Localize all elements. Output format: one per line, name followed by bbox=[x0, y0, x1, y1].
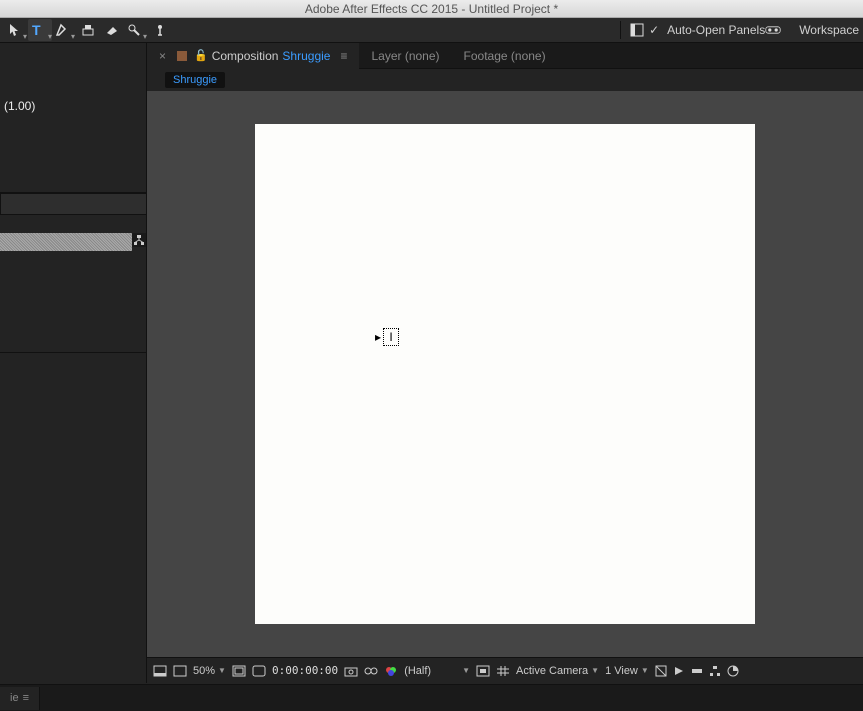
show-channel-icon[interactable] bbox=[364, 665, 378, 677]
tab-footage[interactable]: Footage (none) bbox=[452, 43, 558, 69]
window-title: Adobe After Effects CC 2015 - Untitled P… bbox=[305, 2, 558, 16]
canvas-area[interactable]: ▸ I bbox=[147, 91, 863, 657]
auto-open-panels-label[interactable]: Auto-Open Panels bbox=[667, 23, 765, 37]
close-icon[interactable]: × bbox=[159, 49, 166, 63]
always-preview-icon[interactable] bbox=[153, 665, 167, 677]
main-toolbar: ▾ T ▾ ▾ ▾ ✓ Auto-Open Panels Workspace bbox=[0, 18, 863, 43]
checkmark-icon: ✓ bbox=[649, 23, 659, 37]
views-dropdown[interactable]: 1 View▼ bbox=[605, 665, 649, 677]
eraser-tool[interactable] bbox=[100, 19, 124, 41]
lock-icon[interactable]: 🔓 bbox=[194, 49, 208, 62]
color-mgmt-icon[interactable] bbox=[384, 665, 398, 677]
comp-icon bbox=[174, 48, 190, 64]
clone-stamp-tool[interactable] bbox=[76, 19, 100, 41]
sync-settings-icon[interactable] bbox=[765, 22, 781, 38]
grid-guides-icon[interactable] bbox=[496, 665, 510, 677]
composition-viewer: × 🔓 Composition Shruggie ≡ Layer (none) … bbox=[147, 43, 863, 683]
project-info-panel: (1.00) bbox=[0, 43, 147, 193]
tab-composition-name[interactable]: Shruggie bbox=[282, 49, 330, 63]
comp-navigator: Shruggie bbox=[147, 69, 863, 91]
title-safe-icon[interactable] bbox=[232, 665, 246, 677]
selection-tool[interactable]: ▾ bbox=[4, 19, 28, 41]
camera-dropdown[interactable]: Active Camera▼ bbox=[516, 665, 599, 677]
roto-brush-tool[interactable]: ▾ bbox=[124, 19, 148, 41]
panel-layout-icon[interactable] bbox=[625, 19, 649, 41]
tab-menu-icon[interactable]: ≡ bbox=[23, 692, 29, 704]
tab-layer-label: Layer (none) bbox=[371, 49, 439, 63]
text-insertion-cursor: ▸ I bbox=[375, 328, 399, 346]
flowchart-icon[interactable] bbox=[132, 233, 146, 247]
composition-canvas[interactable]: ▸ I bbox=[255, 124, 755, 624]
left-column: (1.00) bbox=[0, 43, 147, 683]
timeline-tab[interactable]: ie ≡ bbox=[0, 687, 40, 710]
comp-flowchart-icon[interactable] bbox=[709, 665, 721, 677]
timeline-strip: ie ≡ bbox=[0, 684, 863, 711]
tab-layer[interactable]: Layer (none) bbox=[359, 43, 451, 69]
toolbar-divider bbox=[620, 21, 621, 39]
roi-icon[interactable] bbox=[476, 665, 490, 677]
project-column-header[interactable] bbox=[0, 193, 146, 215]
current-timecode[interactable]: 0:00:00:00 bbox=[272, 664, 338, 677]
svg-text:T: T bbox=[32, 23, 41, 37]
workspace-label[interactable]: Workspace bbox=[799, 23, 859, 37]
timeline-tab-label: ie bbox=[10, 692, 19, 704]
mask-visibility-icon[interactable] bbox=[252, 665, 266, 677]
tab-composition-label: Composition bbox=[212, 49, 279, 63]
pixel-aspect-value: (1.00) bbox=[4, 99, 142, 113]
fast-previews-icon[interactable] bbox=[673, 665, 685, 677]
pixel-aspect-icon[interactable] bbox=[655, 665, 667, 677]
project-item-row[interactable] bbox=[0, 233, 132, 251]
transparency-grid-icon[interactable] bbox=[173, 665, 187, 677]
exposure-icon[interactable] bbox=[727, 665, 739, 677]
tab-footage-label: Footage (none) bbox=[464, 49, 546, 63]
zoom-level[interactable]: 50%▼ bbox=[193, 665, 226, 677]
pen-tool[interactable]: ▾ bbox=[52, 19, 76, 41]
comp-nav-item[interactable]: Shruggie bbox=[165, 72, 225, 88]
resolution-dropdown[interactable]: (Half)▼ bbox=[404, 665, 470, 677]
puppet-pin-tool[interactable] bbox=[148, 19, 172, 41]
tab-composition[interactable]: × 🔓 Composition Shruggie ≡ bbox=[147, 43, 359, 69]
viewer-footer: 50%▼ 0:00:00:00 (Half)▼ Active Camera▼ 1… bbox=[147, 657, 863, 683]
text-bounding-box: I bbox=[383, 328, 399, 346]
type-tool[interactable]: T ▾ bbox=[28, 19, 52, 41]
snapshot-icon[interactable] bbox=[344, 665, 358, 677]
timeline-icon[interactable] bbox=[691, 665, 703, 677]
cursor-arrow-icon: ▸ bbox=[375, 330, 381, 344]
project-panel bbox=[0, 193, 147, 353]
tab-menu-icon[interactable]: ≡ bbox=[340, 49, 347, 63]
effects-panel bbox=[0, 353, 147, 683]
window-titlebar: Adobe After Effects CC 2015 - Untitled P… bbox=[0, 0, 863, 18]
viewer-tabstrip: × 🔓 Composition Shruggie ≡ Layer (none) … bbox=[147, 43, 863, 69]
